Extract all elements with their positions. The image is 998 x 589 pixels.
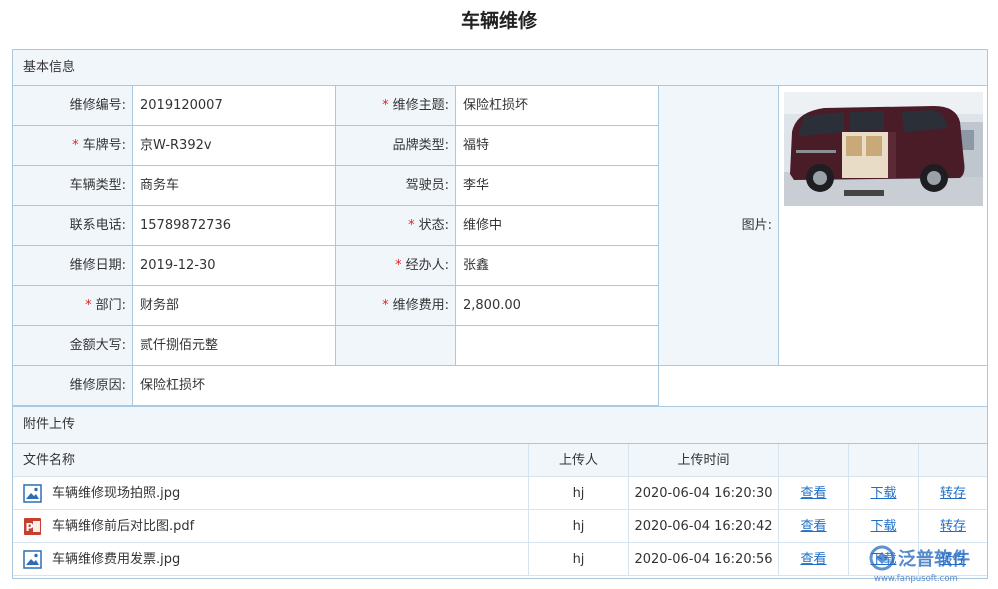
vehicle-type-value: 商务车: [133, 166, 336, 206]
required-mark: *: [382, 98, 389, 113]
status-label: * 状态:: [336, 206, 456, 246]
save-cell: 转存: [919, 477, 987, 510]
upload-time: 2020-06-04 16:20:30: [629, 477, 779, 510]
handler-value: 张鑫: [456, 246, 659, 286]
image-file-icon: [23, 550, 42, 569]
cost-value: 2,800.00: [456, 286, 659, 326]
view-link[interactable]: 查看: [800, 486, 826, 501]
required-mark: *: [72, 138, 79, 153]
repair-date-value: 2019-12-30: [133, 246, 336, 286]
file-name: 车辆维修现场拍照.jpg: [52, 486, 181, 501]
status-value: 维修中: [456, 206, 659, 246]
required-mark: *: [382, 298, 389, 313]
repair-subject-label: * 维修主题:: [336, 86, 456, 126]
reason-label: 维修原因:: [13, 366, 133, 406]
brand-label: 品牌类型:: [336, 126, 456, 166]
reason-value: 保险杠损坏: [133, 366, 659, 406]
table-row: 车辆维修费用发票.jpg: [13, 543, 529, 576]
dept-label: * 部门:: [13, 286, 133, 326]
watermark-url: www.fanpusoft.com: [874, 574, 958, 584]
file-name: 车辆维修前后对比图.pdf: [52, 519, 195, 534]
pdf-file-icon: P: [24, 518, 41, 535]
page-title: 车辆维修: [460, 10, 537, 32]
view-cell: 查看: [779, 543, 849, 576]
view-link[interactable]: 查看: [800, 552, 826, 567]
vehicle-type-label: 车辆类型:: [13, 166, 133, 206]
save-cell: 转存: [919, 510, 987, 543]
col-action-download: [849, 444, 919, 477]
col-file-name: 文件名称: [13, 444, 529, 477]
required-mark: *: [85, 298, 92, 313]
plate-label: * 车牌号:: [13, 126, 133, 166]
phone-label: 联系电话:: [13, 206, 133, 246]
download-link[interactable]: 下载: [870, 519, 896, 534]
view-link[interactable]: 查看: [800, 519, 826, 534]
view-cell: 查看: [779, 510, 849, 543]
col-action-save: [919, 444, 987, 477]
download-cell: 下载: [849, 510, 919, 543]
table-row: 车辆维修现场拍照.jpg: [13, 477, 529, 510]
empty-label: [336, 326, 456, 366]
watermark-brand: 泛普软件: [898, 548, 970, 570]
picture-label: 图片:: [659, 86, 779, 366]
brand-value: 福特: [456, 126, 659, 166]
file-name: 车辆维修费用发票.jpg: [52, 552, 181, 567]
plate-value: 京W-R392v: [133, 126, 336, 166]
repair-no-value: 2019120007: [133, 86, 336, 126]
download-cell: 下载: [849, 477, 919, 510]
driver-label: 驾驶员:: [336, 166, 456, 206]
handler-label: * 经办人:: [336, 246, 456, 286]
dept-value: 财务部: [133, 286, 336, 326]
cost-label: * 维修费用:: [336, 286, 456, 326]
watermark-logo: 泛普软件 www.fanpusoft.com: [868, 543, 996, 585]
uploader: hj: [529, 510, 629, 543]
repair-date-label: 维修日期:: [13, 246, 133, 286]
repair-no-label: 维修编号:: [13, 86, 133, 126]
table-row: P 车辆维修前后对比图.pdf: [13, 510, 529, 543]
image-file-icon: [23, 484, 42, 503]
upload-time: 2020-06-04 16:20:42: [629, 510, 779, 543]
view-cell: 查看: [779, 477, 849, 510]
required-mark: *: [408, 218, 415, 233]
basic-info-header: 基本信息: [13, 50, 987, 86]
vehicle-photo[interactable]: [784, 92, 983, 206]
driver-value: 李华: [456, 166, 659, 206]
phone-value: 15789872736: [133, 206, 336, 246]
col-upload-time: 上传时间: [629, 444, 779, 477]
uploader: hj: [529, 477, 629, 510]
repair-subject-value: 保险杠损坏: [456, 86, 659, 126]
uploader: hj: [529, 543, 629, 576]
empty-value: [456, 326, 659, 366]
amount-cn-label: 金额大写:: [13, 326, 133, 366]
svg-text:P: P: [26, 521, 34, 534]
save-link[interactable]: 转存: [940, 486, 966, 501]
amount-cn-value: 贰仟捌佰元整: [133, 326, 336, 366]
download-link[interactable]: 下载: [870, 486, 896, 501]
upload-time: 2020-06-04 16:20:56: [629, 543, 779, 576]
col-uploader: 上传人: [529, 444, 629, 477]
required-mark: *: [395, 258, 402, 273]
save-link[interactable]: 转存: [940, 519, 966, 534]
attachment-header: 附件上传: [13, 406, 987, 444]
col-action-view: [779, 444, 849, 477]
